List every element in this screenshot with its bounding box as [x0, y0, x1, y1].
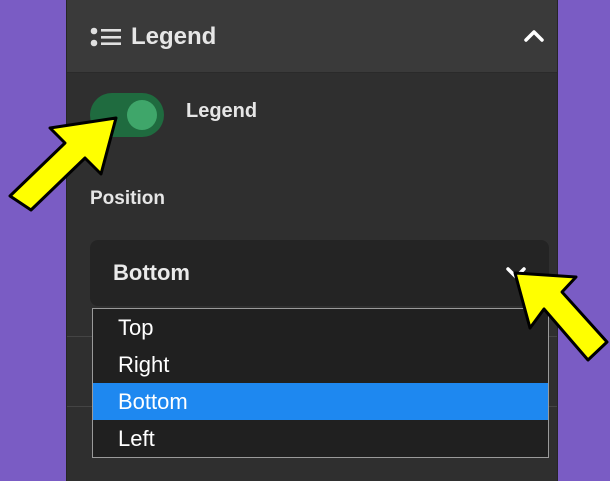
annotation-arrow-toggle [8, 116, 118, 212]
panel-title: Legend [131, 23, 217, 50]
option-top[interactable]: Top [93, 309, 548, 346]
legend-panel: Legend Legend Position Bottom Top Right … [67, 0, 557, 481]
annotation-arrow-dropdown [513, 271, 609, 362]
option-left[interactable]: Left [93, 420, 548, 457]
toggle-knob [127, 100, 157, 130]
option-right[interactable]: Right [93, 346, 548, 383]
chevron-up-icon[interactable] [522, 24, 546, 48]
position-options-list: Top Right Bottom Left [92, 308, 549, 458]
panel-header[interactable]: Legend [67, 0, 557, 73]
position-select[interactable]: Bottom [90, 240, 549, 306]
legend-toggle-label: Legend [186, 100, 258, 122]
option-bottom[interactable]: Bottom [93, 383, 548, 420]
legend-list-icon [90, 27, 121, 47]
position-select-value: Bottom [113, 260, 190, 285]
